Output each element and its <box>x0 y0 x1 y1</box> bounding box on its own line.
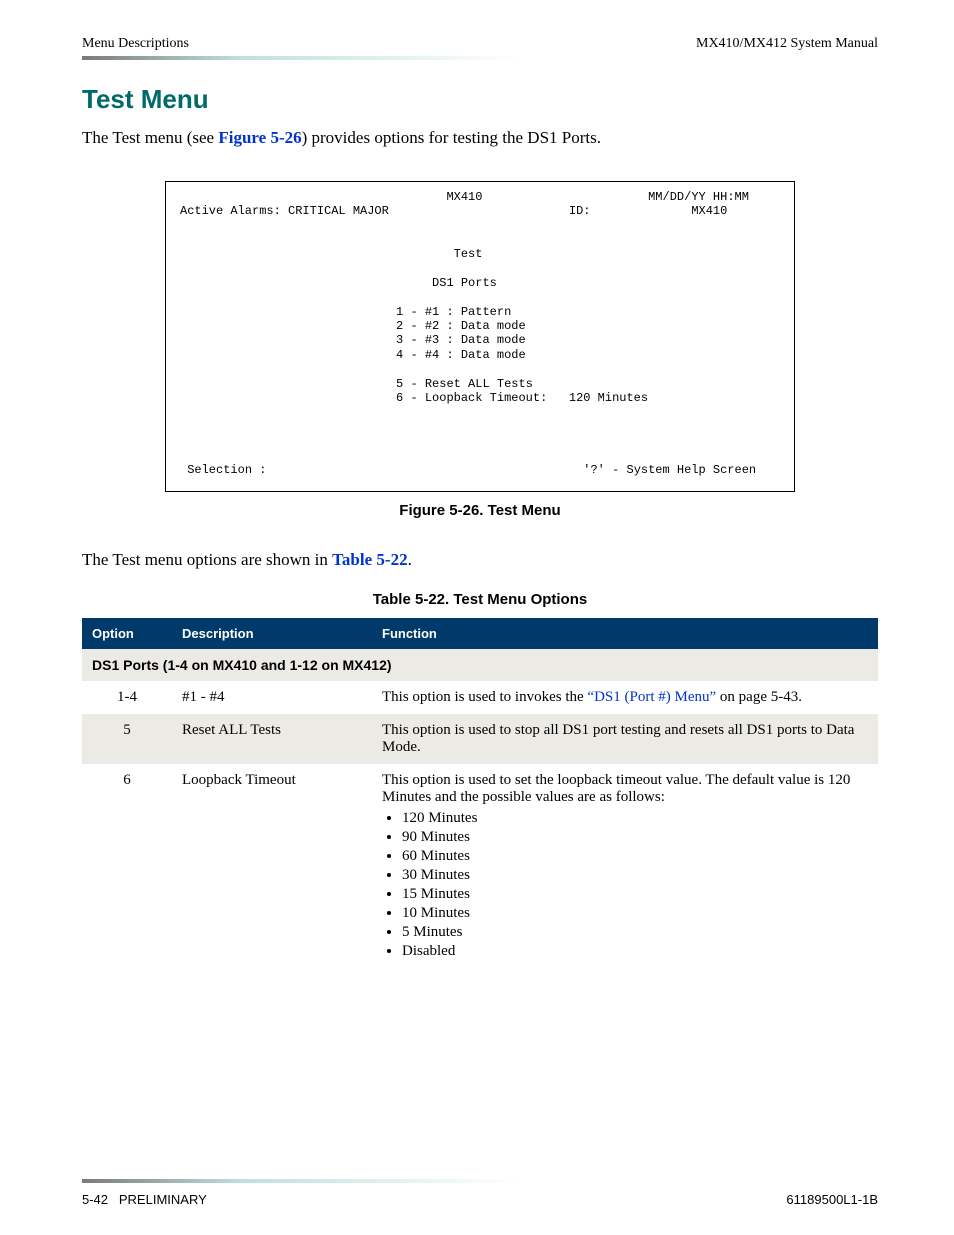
cell-description: Loopback Timeout <box>172 764 372 970</box>
table-intro-paragraph: The Test menu options are shown in Table… <box>82 547 878 573</box>
th-option: Option <box>82 618 172 649</box>
loopback-values-list: 120 Minutes 90 Minutes 60 Minutes 30 Min… <box>402 810 868 960</box>
section-title: Test Menu <box>82 84 878 115</box>
term-item-1: 1 - #1 : Pattern <box>180 305 511 319</box>
list-item: 90 Minutes <box>402 829 868 846</box>
th-description: Description <box>172 618 372 649</box>
footer-rule <box>82 1179 878 1183</box>
term-extra-2: 6 - Loopback Timeout: 120 Minutes <box>180 391 648 405</box>
term-footer: Selection : '?' - System Help Screen <box>180 463 756 477</box>
para2-before: The Test menu options are shown in <box>82 550 332 569</box>
footer-left: 5-42 PRELIMINARY <box>82 1192 207 1207</box>
header-right: MX410/MX412 System Manual <box>696 36 878 52</box>
term-line-1: MX410 MM/DD/YY HH:MM <box>180 190 749 204</box>
term-line-2: Active Alarms: CRITICAL MAJOR ID: MX410 <box>180 204 727 218</box>
term-item-4: 4 - #4 : Data mode <box>180 348 526 362</box>
list-item: 30 Minutes <box>402 867 868 884</box>
intro-paragraph: The Test menu (see Figure 5-26) provides… <box>82 125 878 151</box>
list-item: 10 Minutes <box>402 905 868 922</box>
list-item: 60 Minutes <box>402 848 868 865</box>
cell-function: This option is used to set the loopback … <box>372 764 878 970</box>
cell-description: Reset ALL Tests <box>172 714 372 764</box>
term-section: DS1 Ports <box>180 276 497 290</box>
table-header-row: Option Description Function <box>82 618 878 649</box>
para2-after: . <box>408 550 412 569</box>
footer-right: 61189500L1-1B <box>786 1192 878 1207</box>
ds1-menu-xref[interactable]: “DS1 (Port #) Menu” <box>587 689 716 705</box>
terminal-screenshot: MX410 MM/DD/YY HH:MM Active Alarms: CRIT… <box>165 181 795 493</box>
page-footer: 5-42 PRELIMINARY 61189500L1-1B <box>82 1192 878 1207</box>
table-subhead: DS1 Ports (1-4 on MX410 and 1-12 on MX41… <box>82 649 878 681</box>
page: Menu Descriptions MX410/MX412 System Man… <box>0 0 954 1235</box>
cell-description: #1 - #4 <box>172 681 372 714</box>
options-table: Option Description Function DS1 Ports (1… <box>82 618 878 970</box>
cell-option: 5 <box>82 714 172 764</box>
table-subhead-row: DS1 Ports (1-4 on MX410 and 1-12 on MX41… <box>82 649 878 681</box>
cell-option: 6 <box>82 764 172 970</box>
list-item: 5 Minutes <box>402 924 868 941</box>
th-function: Function <box>372 618 878 649</box>
term-item-2: 2 - #2 : Data mode <box>180 319 526 333</box>
list-item: 120 Minutes <box>402 810 868 827</box>
intro-text-before: The Test menu (see <box>82 128 218 147</box>
cell-function: This option is used to stop all DS1 port… <box>372 714 878 764</box>
list-item: 15 Minutes <box>402 886 868 903</box>
figure-xref[interactable]: Figure 5-26 <box>218 128 301 147</box>
running-header: Menu Descriptions MX410/MX412 System Man… <box>82 36 878 52</box>
table-row: 6 Loopback Timeout This option is used t… <box>82 764 878 970</box>
list-item: Disabled <box>402 943 868 960</box>
term-item-3: 3 - #3 : Data mode <box>180 333 526 347</box>
table-row: 1-4 #1 - #4 This option is used to invok… <box>82 681 878 714</box>
cell-option: 1-4 <box>82 681 172 714</box>
cell-function: This option is used to invokes the “DS1 … <box>372 681 878 714</box>
header-left: Menu Descriptions <box>82 36 189 52</box>
table-row: 5 Reset ALL Tests This option is used to… <box>82 714 878 764</box>
term-extra-1: 5 - Reset ALL Tests <box>180 377 533 391</box>
table-caption: Table 5-22. Test Menu Options <box>82 591 878 608</box>
header-rule <box>82 56 878 60</box>
table-xref[interactable]: Table 5-22 <box>332 550 407 569</box>
term-screen-title: Test <box>180 247 482 261</box>
figure-caption: Figure 5-26. Test Menu <box>82 502 878 519</box>
intro-text-after: ) provides options for testing the DS1 P… <box>302 128 601 147</box>
